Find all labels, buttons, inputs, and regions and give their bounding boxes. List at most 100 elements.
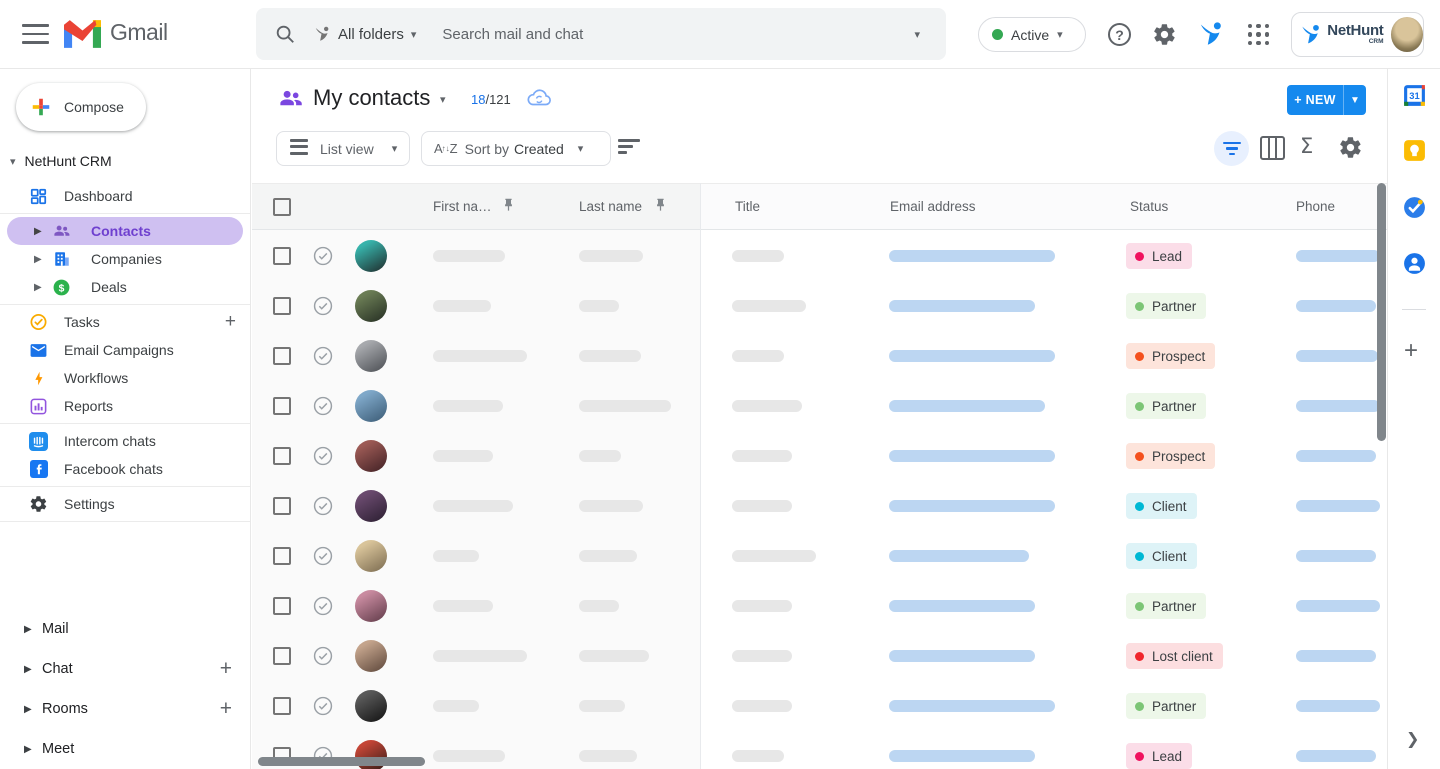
status-badge[interactable]: Lead bbox=[1126, 743, 1192, 769]
avatar[interactable] bbox=[355, 390, 387, 422]
sidebar-item-intercom-chats[interactable]: Intercom chats bbox=[0, 427, 250, 455]
add-panel-icon[interactable]: + bbox=[1404, 337, 1418, 365]
nethunt-account-badge[interactable]: NetHunt CRM bbox=[1291, 12, 1424, 57]
avatar[interactable] bbox=[355, 240, 387, 272]
sync-cloud-icon[interactable] bbox=[526, 87, 552, 109]
avatar[interactable] bbox=[355, 640, 387, 672]
column-header-title[interactable]: Title bbox=[735, 199, 760, 214]
column-header-phone[interactable]: Phone bbox=[1296, 199, 1335, 214]
table-row[interactable]: Partner bbox=[252, 581, 1387, 631]
sidebar-item-tasks[interactable]: Tasks+ bbox=[0, 308, 250, 336]
chevron-right-icon[interactable]: ▶ bbox=[34, 254, 42, 265]
column-header-last-name[interactable]: Last name bbox=[579, 199, 642, 214]
chevron-right-icon[interactable]: ▶ bbox=[24, 744, 32, 755]
status-badge[interactable]: Prospect bbox=[1126, 443, 1215, 469]
hamburger-icon[interactable] bbox=[22, 24, 49, 44]
status-badge[interactable]: Client bbox=[1126, 543, 1197, 569]
sidebar-item-facebook-chats[interactable]: Facebook chats bbox=[0, 455, 250, 483]
sidebar-section-chat[interactable]: ▶Chat+ bbox=[0, 649, 250, 689]
row-select-check-icon[interactable] bbox=[312, 495, 334, 517]
new-record-button[interactable]: + NEW ▼ bbox=[1287, 85, 1366, 115]
table-row[interactable]: Client bbox=[252, 481, 1387, 531]
row-checkbox[interactable] bbox=[273, 647, 291, 665]
pin-icon[interactable] bbox=[653, 197, 668, 213]
row-select-check-icon[interactable] bbox=[312, 295, 334, 317]
avatar[interactable] bbox=[1391, 17, 1423, 52]
avatar[interactable] bbox=[355, 590, 387, 622]
table-row[interactable]: Partner bbox=[252, 381, 1387, 431]
view-switcher-chevron-icon[interactable]: ▾ bbox=[440, 93, 446, 106]
sidebar-section-rooms[interactable]: ▶Rooms+ bbox=[0, 689, 250, 729]
row-checkbox[interactable] bbox=[273, 297, 291, 315]
sidebar-item-companies[interactable]: ▶Companies bbox=[0, 245, 250, 273]
avatar[interactable] bbox=[355, 340, 387, 372]
column-header-status[interactable]: Status bbox=[1130, 199, 1168, 214]
status-badge[interactable]: Partner bbox=[1126, 593, 1206, 619]
row-checkbox[interactable] bbox=[273, 397, 291, 415]
table-row[interactable]: Client bbox=[252, 531, 1387, 581]
sort-direction-icon[interactable] bbox=[618, 139, 640, 158]
search-input[interactable]: Search mail and chat bbox=[442, 26, 914, 43]
row-select-check-icon[interactable] bbox=[312, 545, 334, 567]
vertical-scrollbar[interactable] bbox=[1377, 183, 1386, 441]
column-header-email[interactable]: Email address bbox=[890, 199, 976, 214]
compose-button[interactable]: Compose bbox=[16, 83, 146, 131]
add-icon[interactable]: + bbox=[225, 311, 236, 333]
columns-icon[interactable] bbox=[1260, 136, 1285, 160]
chevron-right-icon[interactable]: ▶ bbox=[24, 624, 32, 635]
sidebar-item-contacts[interactable]: ▶Contacts bbox=[7, 217, 243, 245]
row-checkbox[interactable] bbox=[273, 347, 291, 365]
search-scope-dropdown[interactable]: All folders ▾ bbox=[314, 25, 416, 43]
row-select-check-icon[interactable] bbox=[312, 695, 334, 717]
help-icon[interactable]: ? bbox=[1108, 23, 1131, 46]
row-select-check-icon[interactable] bbox=[312, 445, 334, 467]
row-checkbox[interactable] bbox=[273, 597, 291, 615]
row-select-check-icon[interactable] bbox=[312, 645, 334, 667]
avatar[interactable] bbox=[355, 690, 387, 722]
chevron-right-icon[interactable]: ▶ bbox=[24, 664, 32, 675]
add-icon[interactable]: + bbox=[220, 657, 232, 681]
add-icon[interactable]: + bbox=[220, 697, 232, 721]
row-select-check-icon[interactable] bbox=[312, 245, 334, 267]
avatar[interactable] bbox=[355, 540, 387, 572]
status-badge[interactable]: Client bbox=[1126, 493, 1197, 519]
row-checkbox[interactable] bbox=[273, 497, 291, 515]
row-checkbox[interactable] bbox=[273, 247, 291, 265]
table-row[interactable]: Prospect bbox=[252, 331, 1387, 381]
calendar-icon[interactable]: 31 bbox=[1402, 83, 1427, 108]
sidebar-item-reports[interactable]: Reports bbox=[0, 392, 250, 420]
table-row[interactable]: Partner bbox=[252, 681, 1387, 731]
status-badge[interactable]: Lost client bbox=[1126, 643, 1223, 669]
sidebar-section-meet[interactable]: ▶Meet bbox=[0, 729, 250, 769]
apps-grid-icon[interactable] bbox=[1248, 24, 1269, 45]
table-row[interactable]: Partner bbox=[252, 281, 1387, 331]
avatar[interactable] bbox=[355, 440, 387, 472]
filter-icon[interactable] bbox=[1214, 131, 1249, 166]
row-select-check-icon[interactable] bbox=[312, 345, 334, 367]
google-tasks-icon[interactable] bbox=[1402, 195, 1427, 220]
table-settings-gear-icon[interactable] bbox=[1338, 135, 1363, 160]
sidebar-item-workflows[interactable]: Workflows bbox=[0, 364, 250, 392]
sidebar-item-email-campaigns[interactable]: Email Campaigns bbox=[0, 336, 250, 364]
table-row[interactable]: Lead bbox=[252, 231, 1387, 281]
select-all-checkbox[interactable] bbox=[273, 198, 291, 216]
status-badge[interactable]: Partner bbox=[1126, 393, 1206, 419]
keep-icon[interactable] bbox=[1402, 138, 1427, 163]
chevron-right-icon[interactable]: ▶ bbox=[24, 704, 32, 715]
status-badge[interactable]: Partner bbox=[1126, 293, 1206, 319]
row-select-check-icon[interactable] bbox=[312, 595, 334, 617]
row-checkbox[interactable] bbox=[273, 697, 291, 715]
status-badge[interactable]: Lead bbox=[1126, 243, 1192, 269]
gear-icon[interactable] bbox=[1152, 22, 1177, 47]
sum-icon[interactable]: Σ bbox=[1300, 134, 1313, 158]
sort-dropdown[interactable]: A↑↓Z Sort by Created ▾ bbox=[421, 131, 611, 166]
status-badge[interactable]: Prospect bbox=[1126, 343, 1215, 369]
sidebar-item-deals[interactable]: ▶$Deals bbox=[0, 273, 250, 301]
horizontal-scrollbar[interactable] bbox=[258, 757, 425, 766]
search-bar[interactable]: All folders ▾ Search mail and chat ▾ bbox=[256, 8, 946, 60]
nethunt-icon[interactable] bbox=[1198, 20, 1225, 48]
sidebar-item-settings[interactable]: Settings bbox=[0, 490, 250, 518]
status-badge[interactable]: Partner bbox=[1126, 693, 1206, 719]
table-row[interactable]: Lost client bbox=[252, 631, 1387, 681]
row-select-check-icon[interactable] bbox=[312, 395, 334, 417]
